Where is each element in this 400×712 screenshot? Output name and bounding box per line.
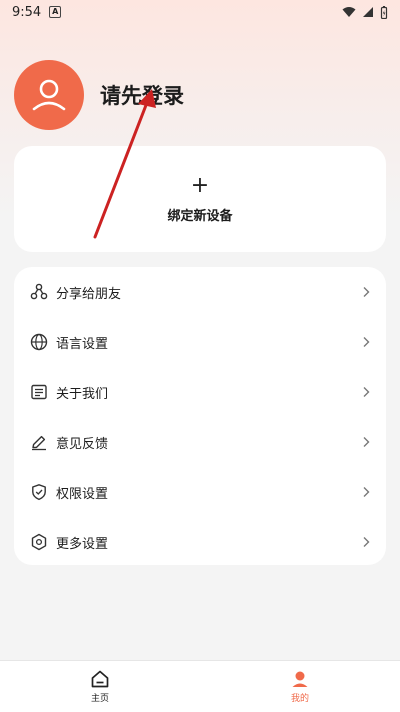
chevron-right-icon — [363, 487, 370, 497]
wifi-icon — [342, 7, 356, 17]
chevron-right-icon — [363, 337, 370, 347]
menu-item-label: 意见反馈 — [56, 436, 109, 452]
battery-icon — [380, 5, 388, 19]
menu-item-about[interactable]: 关于我们 — [14, 367, 386, 417]
nav-label: 主页 — [90, 694, 109, 704]
plus-icon: + — [190, 172, 210, 198]
notification-a-icon: A — [49, 6, 62, 18]
globe-icon — [30, 333, 48, 351]
chevron-right-icon — [363, 537, 370, 547]
status-icons — [342, 5, 388, 19]
share-icon — [30, 283, 48, 301]
pencil-icon — [30, 433, 48, 451]
menu-item-share[interactable]: 分享给朋友 — [14, 267, 386, 317]
chevron-right-icon — [363, 287, 370, 297]
settings-menu: 分享给朋友 语言设置 关于我们 意见反馈 权限设置 更多设置 — [14, 267, 386, 565]
bind-device-label: 绑定新设备 — [167, 208, 233, 224]
login-prompt[interactable]: 请先登录 — [100, 80, 184, 110]
profile-page: 9:54 A 请先登录 + 绑定新设备 分享给朋友 语言设置 关于我们 意见反馈… — [0, 0, 400, 712]
nav-item-home[interactable]: 主页 — [0, 661, 200, 712]
chevron-right-icon — [363, 387, 370, 397]
nav-item-mine[interactable]: 我的 — [200, 661, 400, 712]
bottom-nav: 主页 我的 — [0, 660, 400, 712]
profile-header[interactable]: 请先登录 — [14, 60, 184, 130]
menu-item-label: 分享给朋友 — [56, 286, 122, 302]
nav-label: 我的 — [290, 694, 309, 704]
shield-icon — [30, 483, 48, 501]
menu-item-permissions[interactable]: 权限设置 — [14, 467, 386, 517]
home-icon — [91, 670, 109, 688]
avatar[interactable] — [14, 60, 84, 130]
menu-item-language[interactable]: 语言设置 — [14, 317, 386, 367]
chevron-right-icon — [363, 437, 370, 447]
menu-item-label: 语言设置 — [56, 336, 109, 352]
status-time: 9:54 — [12, 4, 42, 20]
user-avatar-icon — [32, 79, 66, 111]
person-icon — [292, 671, 308, 687]
menu-item-feedback[interactable]: 意见反馈 — [14, 417, 386, 467]
menu-item-label: 权限设置 — [56, 486, 109, 502]
status-bar: 9:54 A — [0, 0, 400, 24]
document-icon — [30, 383, 48, 401]
menu-item-label: 更多设置 — [56, 536, 109, 552]
signal-icon — [363, 7, 373, 17]
hexagon-settings-icon — [30, 533, 48, 551]
menu-item-more-settings[interactable]: 更多设置 — [14, 517, 386, 567]
menu-item-label: 关于我们 — [56, 386, 109, 402]
bind-device-button[interactable]: + 绑定新设备 — [14, 146, 386, 252]
